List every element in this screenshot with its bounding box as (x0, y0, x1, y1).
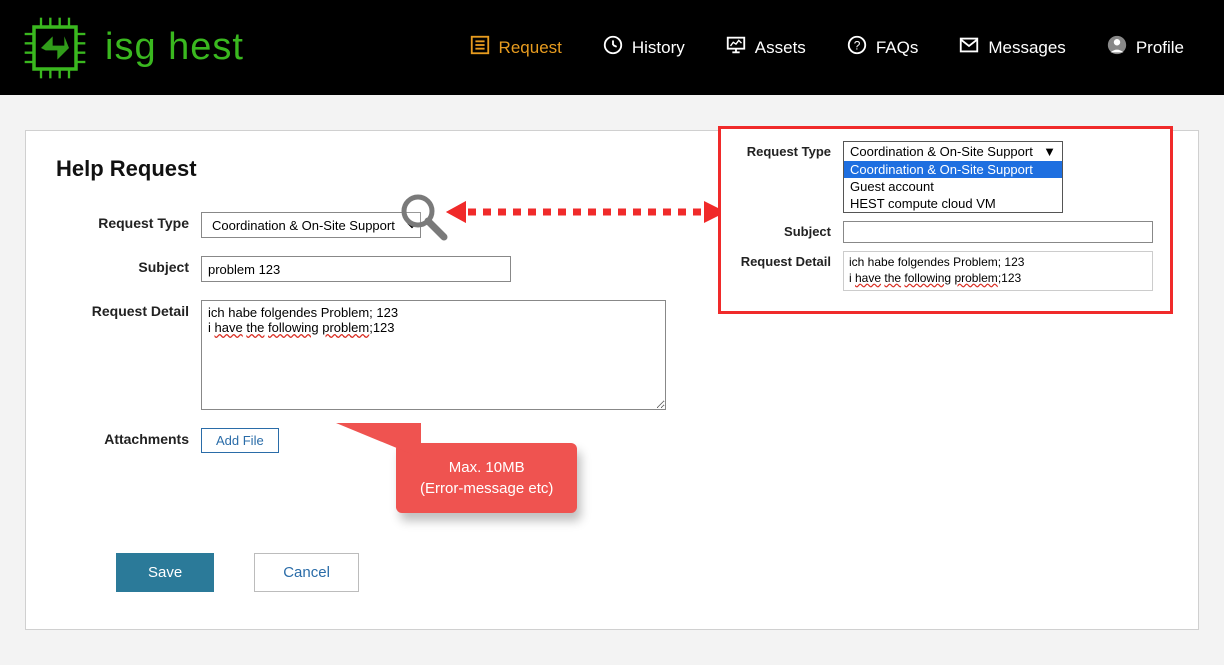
chevron-down-icon: ▼ (1043, 144, 1056, 159)
label-detail: Request Detail (56, 300, 201, 319)
label-request-type: Request Type (56, 212, 201, 238)
inset-option-1[interactable]: Coordination & On-Site Support (844, 161, 1062, 178)
logo[interactable]: isg hest (20, 13, 244, 83)
inset-select-header: Coordination & On-Site Support ▼ (844, 142, 1062, 161)
nav-request[interactable]: Request (469, 34, 562, 61)
top-bar: isg hest Request History Assets ? FAQs (0, 0, 1224, 95)
svg-text:?: ? (854, 39, 861, 53)
inset-option-3[interactable]: HEST compute cloud VM (844, 195, 1062, 212)
inset-detail-text: ich habe folgendes Problem; 123 i have t… (843, 251, 1153, 291)
row-detail: Request Detail ich habe folgendes Proble… (56, 300, 1168, 410)
label-subject: Subject (56, 256, 201, 282)
button-row: Save Cancel (56, 553, 1168, 592)
nav-profile[interactable]: Profile (1106, 34, 1184, 61)
nav-label: Messages (988, 38, 1065, 58)
clock-icon (602, 34, 624, 61)
user-icon (1106, 34, 1128, 61)
main-nav: Request History Assets ? FAQs Messages (469, 34, 1204, 61)
list-icon (469, 34, 491, 61)
callout-annotation: Max. 10MB (Error-message etc) (396, 443, 577, 513)
chip-icon (20, 13, 90, 83)
request-type-select[interactable]: Coordination & On-Site Support (201, 212, 421, 238)
nav-label: Request (499, 38, 562, 58)
nav-messages[interactable]: Messages (958, 34, 1065, 61)
inset-dropdown-preview: Request Type Coordination & On-Site Supp… (718, 126, 1173, 314)
nav-assets[interactable]: Assets (725, 34, 806, 61)
label-attachments: Attachments (56, 428, 201, 453)
nav-label: History (632, 38, 685, 58)
inset-label-detail: Request Detail (733, 251, 843, 269)
nav-faqs[interactable]: ? FAQs (846, 34, 919, 61)
cancel-button[interactable]: Cancel (254, 553, 359, 592)
page-body: Help Request Request Type Coordination &… (0, 95, 1224, 665)
nav-label: Assets (755, 38, 806, 58)
add-file-button[interactable]: Add File (201, 428, 279, 453)
envelope-icon (958, 34, 980, 61)
callout-line1: Max. 10MB (420, 457, 553, 478)
question-icon: ? (846, 34, 868, 61)
subject-input[interactable] (201, 256, 511, 282)
inset-subject-input[interactable] (843, 221, 1153, 243)
nav-history[interactable]: History (602, 34, 685, 61)
inset-label-subject: Subject (733, 221, 843, 243)
detail-textarea[interactable]: ich habe folgendes Problem; 123 i have t… (201, 300, 666, 410)
monitor-icon (725, 34, 747, 61)
row-attachments: Attachments Add File (56, 428, 1168, 453)
save-button[interactable]: Save (116, 553, 214, 592)
brand-text: isg hest (105, 26, 244, 69)
help-request-card: Help Request Request Type Coordination &… (25, 130, 1199, 630)
nav-label: FAQs (876, 38, 919, 58)
callout-line2: (Error-message etc) (420, 478, 553, 499)
inset-request-type-select[interactable]: Coordination & On-Site Support ▼ Coordin… (843, 141, 1063, 213)
nav-label: Profile (1136, 38, 1184, 58)
inset-label-request-type: Request Type (733, 141, 843, 213)
inset-option-2[interactable]: Guest account (844, 178, 1062, 195)
